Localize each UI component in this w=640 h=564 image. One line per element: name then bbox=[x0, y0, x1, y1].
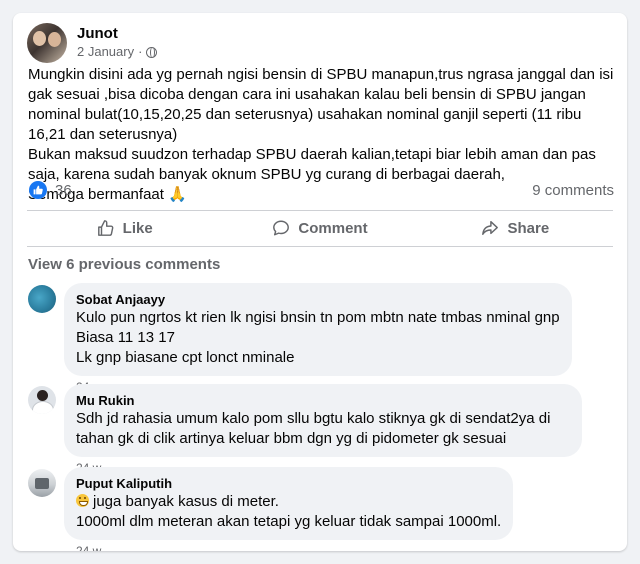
comment-label: Comment bbox=[298, 219, 368, 237]
like-icon bbox=[29, 181, 47, 199]
comment-item: Sobat Anjaayy Kulo pun ngrtos kt rien lk… bbox=[28, 283, 572, 395]
post-header: Junot 2 January · bbox=[27, 23, 158, 63]
reaction-count: 36 bbox=[55, 181, 72, 199]
commenter-avatar[interactable] bbox=[28, 285, 56, 313]
like-label: Like bbox=[122, 219, 153, 237]
comment-item: Puput Kaliputih juga banyak kasus di met… bbox=[28, 467, 514, 551]
comment-time[interactable]: 24 w bbox=[76, 543, 513, 551]
post-card: Junot 2 January · Mungkin disini ada yg … bbox=[13, 13, 627, 551]
like-button[interactable]: Like bbox=[27, 211, 222, 245]
divider bbox=[27, 246, 613, 247]
comment-button[interactable]: Comment bbox=[222, 211, 417, 245]
share-button[interactable]: Share bbox=[418, 211, 613, 245]
comment-text-line2: 1000ml dlm meteran akan tetapi yg keluar… bbox=[76, 513, 502, 530]
globe-icon[interactable] bbox=[146, 46, 158, 58]
comment-bubble: Puput Kaliputih juga banyak kasus di met… bbox=[64, 467, 514, 540]
meta-separator: · bbox=[138, 44, 143, 59]
author-avatar[interactable] bbox=[27, 23, 67, 63]
comment-text: Sdh jd rahasia umum kalo pom sllu bgtu k… bbox=[76, 410, 551, 447]
commenter-avatar[interactable] bbox=[28, 469, 56, 497]
thumbs-up-icon bbox=[97, 220, 114, 236]
comment-bubble-icon bbox=[273, 220, 290, 236]
grinning-face-icon bbox=[76, 494, 89, 507]
share-arrow-icon bbox=[482, 220, 499, 236]
comment-bubble: Sobat Anjaayy Kulo pun ngrtos kt rien lk… bbox=[64, 283, 572, 376]
comment-text: Kulo pun ngrtos kt rien lk ngisi bnsin t… bbox=[76, 309, 560, 366]
comments-count[interactable]: 9 comments bbox=[532, 182, 614, 199]
share-label: Share bbox=[507, 219, 550, 237]
comment-item: Mu Rukin Sdh jd rahasia umum kalo pom sl… bbox=[28, 384, 582, 476]
view-previous-comments[interactable]: View 6 previous comments bbox=[28, 256, 220, 273]
reactions-summary[interactable]: 36 bbox=[29, 181, 72, 199]
comment-text: juga banyak kasus di meter. 1000ml dlm me… bbox=[76, 492, 501, 532]
commenter-name[interactable]: Mu Rukin bbox=[76, 392, 570, 409]
commenter-name[interactable]: Puput Kaliputih bbox=[76, 475, 501, 492]
action-bar: Like Comment Share bbox=[27, 211, 613, 245]
post-date[interactable]: 2 January bbox=[77, 44, 134, 60]
post-meta: 2 January · bbox=[77, 44, 158, 60]
commenter-avatar[interactable] bbox=[28, 386, 56, 414]
comment-bubble: Mu Rukin Sdh jd rahasia umum kalo pom sl… bbox=[64, 384, 582, 457]
post-text: Mungkin disini ada yg pernah ngisi bensi… bbox=[28, 66, 614, 203]
comment-text-line1: juga banyak kasus di meter. bbox=[93, 493, 279, 510]
author-name[interactable]: Junot bbox=[77, 24, 157, 44]
commenter-name[interactable]: Sobat Anjaayy bbox=[76, 291, 560, 308]
